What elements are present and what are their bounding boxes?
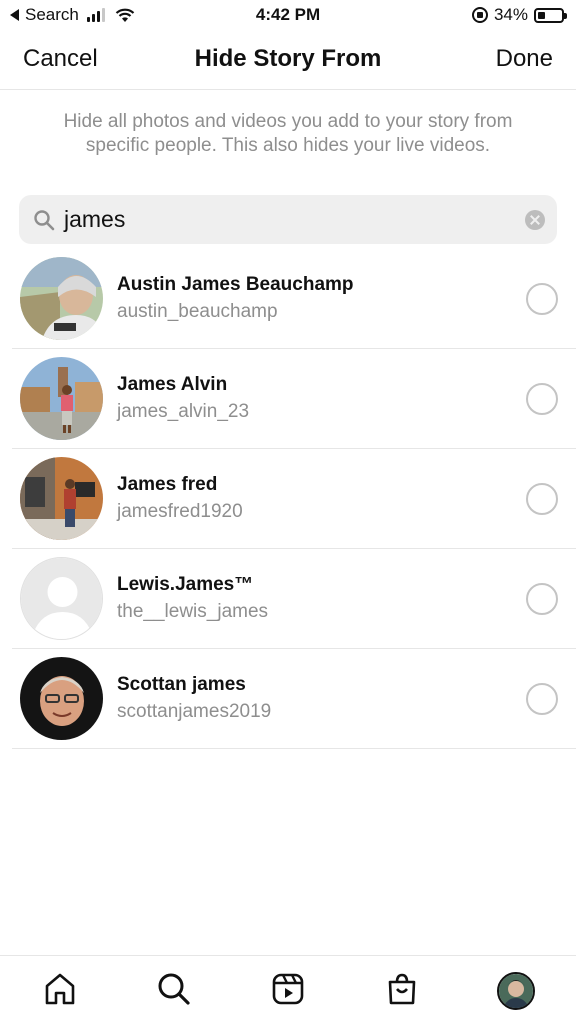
- select-radio[interactable]: [526, 483, 558, 515]
- home-icon: [45, 973, 75, 1005]
- tab-profile[interactable]: [497, 972, 535, 1010]
- search-icon: [34, 210, 55, 231]
- orientation-lock-icon: [471, 7, 488, 23]
- tab-reels[interactable]: [271, 972, 305, 1006]
- description-text: Hide all photos and videos you add to yo…: [63, 111, 513, 156]
- nav-header: Cancel Hide Story From Done: [0, 30, 576, 90]
- user-handle: scottanjames2019: [117, 701, 272, 722]
- user-full-name: Lewis.James™: [117, 574, 254, 595]
- user-full-name: Scottan james: [117, 674, 246, 695]
- profile-avatar: [499, 974, 533, 1008]
- tab-home[interactable]: [43, 972, 77, 1006]
- clear-search-icon[interactable]: [525, 210, 545, 230]
- user-handle: austin_beauchamp: [117, 301, 278, 322]
- list-item[interactable]: Austin James Beauchamp austin_beauchamp: [12, 249, 576, 349]
- done-button[interactable]: Done: [496, 45, 553, 73]
- user-full-name: James Alvin: [117, 374, 228, 395]
- search-query[interactable]: james: [64, 206, 125, 233]
- search-icon: [158, 973, 190, 1005]
- avatar-placeholder: [20, 557, 103, 640]
- tab-search[interactable]: [157, 972, 191, 1006]
- select-radio[interactable]: [526, 583, 558, 615]
- list-item[interactable]: James fred jamesfred1920: [12, 449, 576, 549]
- user-full-name: James fred: [117, 474, 218, 495]
- page-title: Hide Story From: [194, 45, 382, 72]
- user-full-name: Austin James Beauchamp: [117, 274, 354, 295]
- avatar: [20, 657, 103, 740]
- shop-icon: [388, 973, 416, 1005]
- list-item[interactable]: Scottan james scottanjames2019: [12, 649, 576, 749]
- user-list: Austin James Beauchamp austin_beauchamp …: [0, 249, 576, 749]
- status-right: 34%: [471, 5, 567, 25]
- list-item[interactable]: Lewis.James™ the__lewis_james: [12, 549, 576, 649]
- select-radio[interactable]: [526, 383, 558, 415]
- avatar: [20, 357, 103, 440]
- tab-bar: [0, 955, 576, 1024]
- battery-percent: 34%: [493, 5, 528, 24]
- avatar: [20, 457, 103, 540]
- tab-shop[interactable]: [385, 972, 419, 1006]
- avatar: [20, 257, 103, 340]
- battery-level: [538, 11, 546, 19]
- user-handle: the__lewis_james: [117, 601, 269, 622]
- select-radio[interactable]: [526, 683, 558, 715]
- status-bar: Search 4:42 PM 34%: [0, 0, 576, 30]
- battery-icon: [534, 7, 567, 23]
- user-handle: jamesfred1920: [117, 501, 243, 522]
- reels-icon: [272, 973, 304, 1005]
- select-radio[interactable]: [526, 283, 558, 315]
- user-handle: james_alvin_23: [117, 401, 250, 422]
- search-input[interactable]: james: [19, 195, 557, 244]
- list-item[interactable]: James Alvin james_alvin_23: [12, 349, 576, 449]
